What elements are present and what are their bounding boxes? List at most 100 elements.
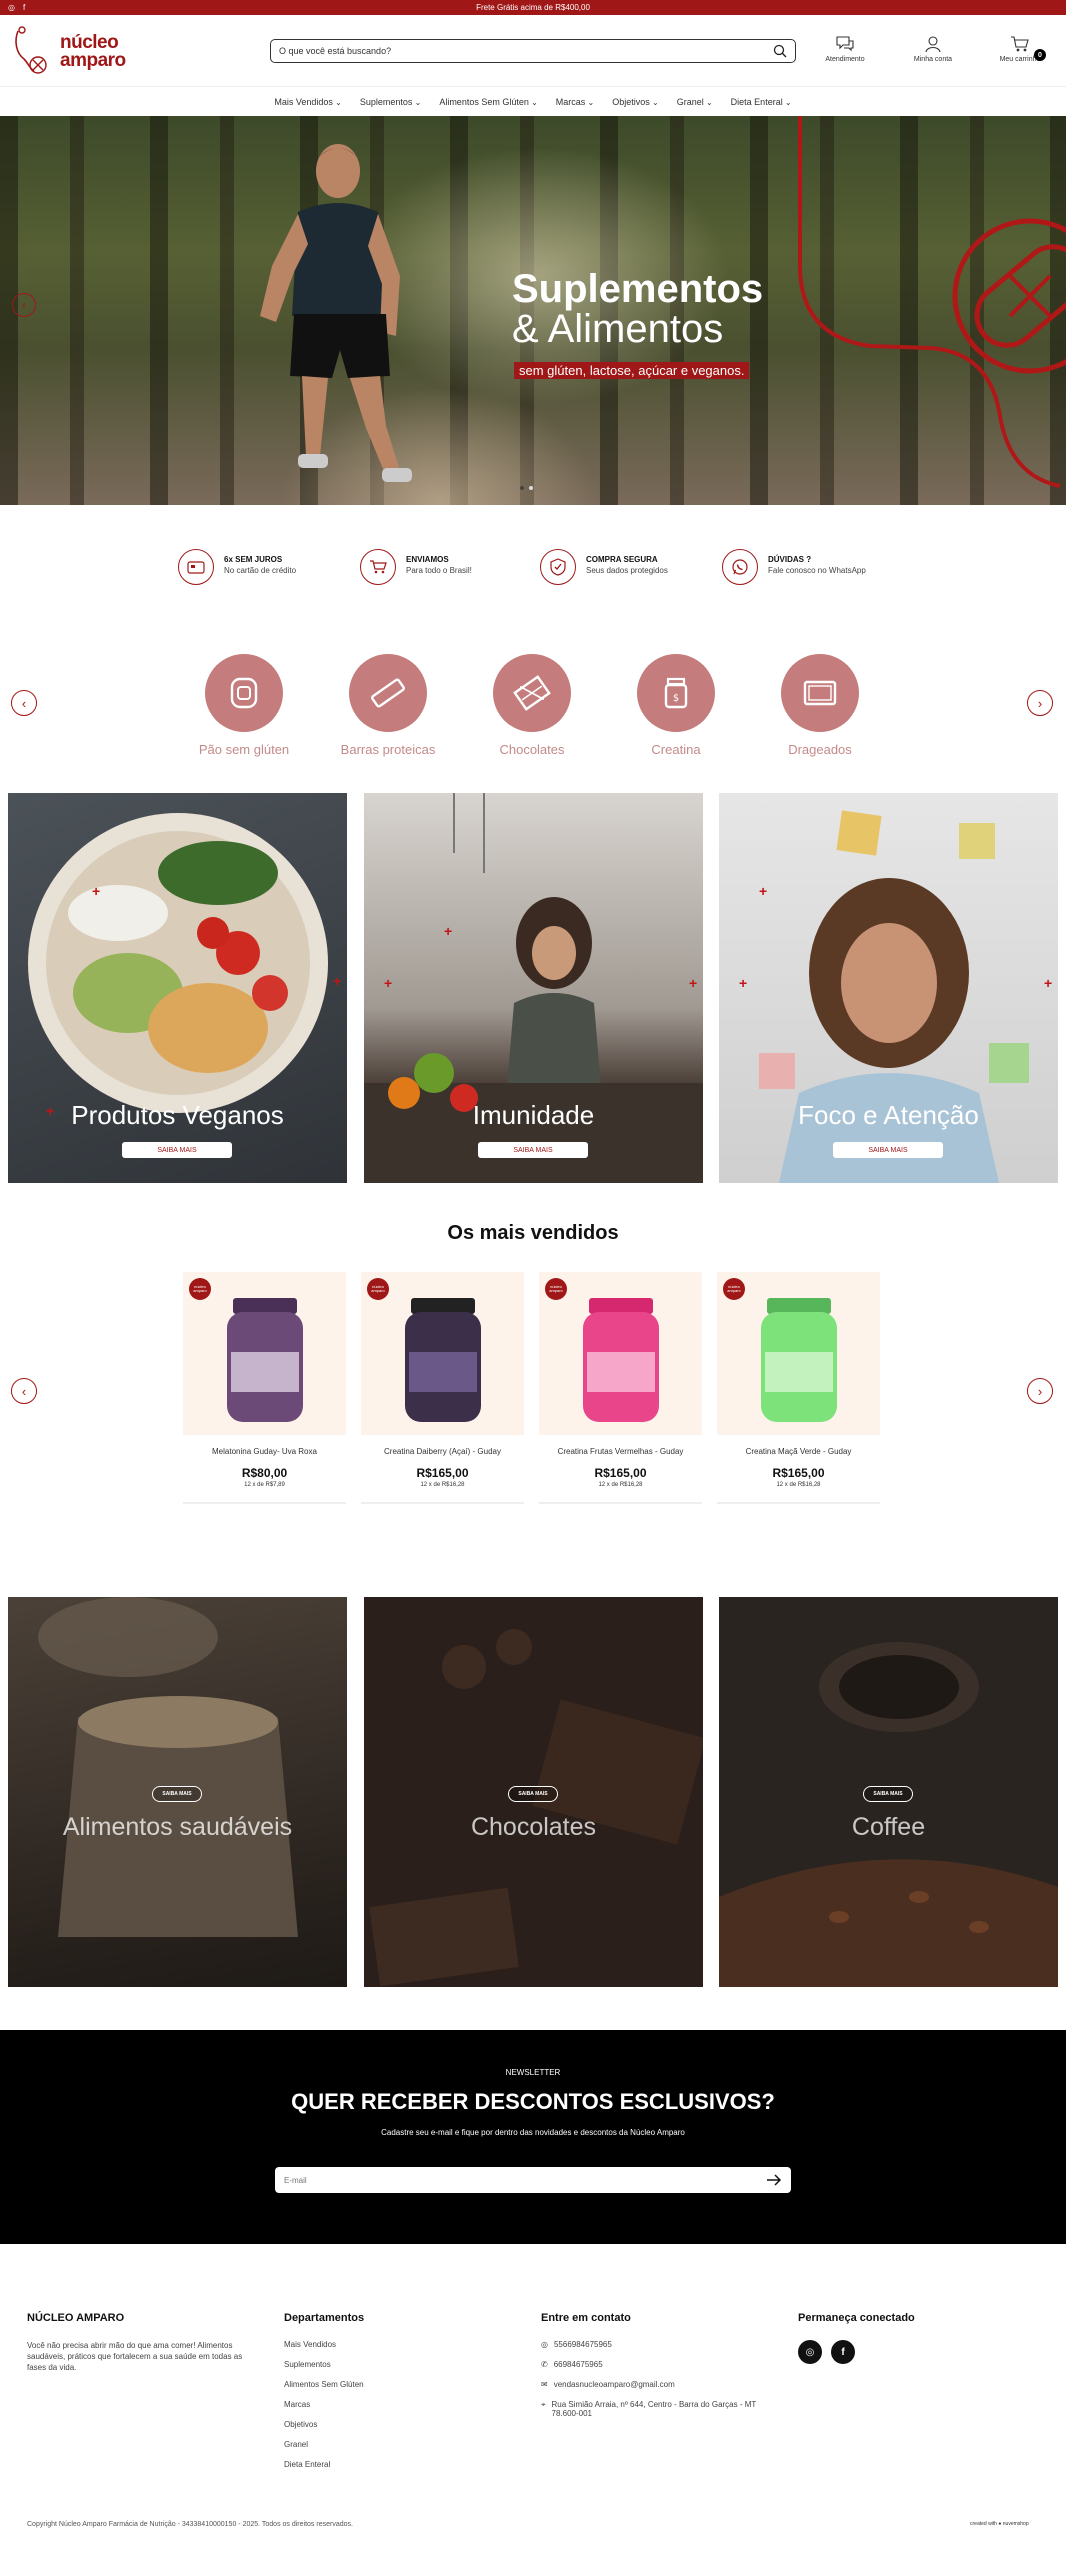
tile-saiba-mais-button[interactable]: SAIBA MAIS	[152, 1786, 202, 1802]
product-name[interactable]: Creatina Frutas Vermelhas - Guday	[539, 1447, 702, 1456]
instagram-icon[interactable]: ◎	[8, 3, 15, 12]
copyright-text: Copyright Núcleo Amparo Farmácia de Nutr…	[27, 2521, 353, 2528]
promo-saiba-mais-button[interactable]: SAIBA MAIS	[833, 1142, 943, 1158]
tile-chocolates[interactable]: SAIBA MAIS Chocolates	[364, 1597, 703, 1987]
product-card[interactable]: núcleo amparo Creatina Frutas Vermelhas …	[539, 1272, 702, 1504]
hero-dot-2[interactable]	[529, 486, 533, 490]
nav-item-dieta-enteral[interactable]: Dieta Enteral	[731, 97, 792, 107]
account-link[interactable]: Minha conta	[898, 35, 968, 63]
category-creatina[interactable]: $ Creatina	[621, 654, 731, 757]
cart-icon	[1011, 36, 1029, 52]
main-nav: Mais Vendidos Suplementos Alimentos Sem …	[0, 88, 1066, 116]
hero-title-bold: Suplementos	[512, 267, 764, 311]
site-header: núcleo amparo O que você está buscando? …	[0, 15, 1066, 87]
arrow-right-icon[interactable]	[766, 2173, 782, 2187]
service-link[interactable]: Atendimento	[810, 35, 880, 63]
category-barras-proteicas[interactable]: Barras proteicas	[333, 654, 443, 757]
footer-departments: Departamentos Mais Vendidos Suplementos …	[284, 2312, 364, 2480]
nav-item-mais-vendidos[interactable]: Mais Vendidos	[274, 97, 341, 107]
promo-card-imunidade[interactable]: + + + Imunidade SAIBA MAIS	[364, 793, 703, 1183]
promo-card-veganos[interactable]: + + + Produtos Veganos SAIBA MAIS	[8, 793, 347, 1183]
category-label: Drageados	[788, 742, 852, 757]
cart-truck-icon	[360, 549, 396, 585]
nuvemshop-credit[interactable]: created with ● nuvemshop	[970, 2521, 1029, 2527]
hero-dot-1[interactable]	[520, 486, 524, 490]
tile-title: Chocolates	[470, 1813, 597, 1841]
email-field[interactable]: E-mail	[275, 2167, 791, 2193]
promo-saiba-mais-button[interactable]: SAIBA MAIS	[122, 1142, 232, 1158]
logo-text-line2: amparo	[60, 50, 126, 71]
footer-address: ⌖ Rua Simião Arraia, nº 644, Centro - Bar…	[541, 2400, 782, 2418]
instagram-icon[interactable]: ◎	[798, 2340, 822, 2364]
footer-link[interactable]: Alimentos Sem Glúten	[284, 2380, 364, 2389]
top-announcement-bar: ◎ f Frete Grátis acima de R$400,00	[0, 0, 1066, 15]
category-drageados[interactable]: Drageados	[765, 654, 875, 757]
benefit-secure: COMPRA SEGURA Seus dados protegidos	[540, 545, 720, 589]
footer-link[interactable]: Dieta Enteral	[284, 2460, 364, 2469]
section-title: Os mais vendidos	[447, 1222, 619, 1244]
brand-badge: núcleo amparo	[189, 1278, 211, 1300]
facebook-icon[interactable]: f	[23, 3, 25, 12]
promo-title: Produtos Veganos	[71, 1100, 284, 1130]
hero-prev-arrow[interactable]: ‹	[12, 293, 36, 317]
nav-item-suplementos[interactable]: Suplementos	[360, 97, 421, 107]
hero-banner[interactable]: Suplementos & Alimentos sem glúten, lact…	[0, 116, 1066, 505]
bestsellers-next-arrow[interactable]: ›	[1027, 1378, 1053, 1404]
footer-link[interactable]: Granel	[284, 2440, 364, 2449]
card-icon	[178, 549, 214, 585]
tile-saiba-mais-button[interactable]: SAIBA MAIS	[508, 1786, 558, 1802]
footer-email[interactable]: ✉ vendasnucleoamparo@gmail.com	[541, 2380, 782, 2389]
account-label: Minha conta	[913, 56, 953, 63]
tile-saiba-mais-button[interactable]: SAIBA MAIS	[863, 1786, 913, 1802]
footer-link[interactable]: Suplementos	[284, 2360, 364, 2369]
footer-link[interactable]: Objetivos	[284, 2420, 364, 2429]
product-card[interactable]: núcleo amparo Creatina Daiberry (Açaí) -…	[361, 1272, 524, 1504]
footer-contact-title: Entre em contato	[541, 2312, 631, 2324]
email-address: vendasnucleoamparo@gmail.com	[553, 2380, 675, 2389]
service-label: Atendimento	[825, 56, 865, 63]
tile-alimentos-saudaveis[interactable]: SAIBA MAIS Alimentos saudáveis	[8, 1597, 347, 1987]
brand-badge: núcleo amparo	[545, 1278, 567, 1300]
search-placeholder: O que você está buscando?	[279, 46, 392, 56]
benefit-text: Para todo o Brasil!	[406, 566, 472, 575]
nav-item-marcas[interactable]: Marcas	[556, 97, 594, 107]
product-installments: 12 x de R$7,89	[244, 1482, 285, 1488]
search-input[interactable]: O que você está buscando?	[270, 39, 796, 63]
benefit-whatsapp[interactable]: DÚVIDAS ? Fale conosco no WhatsApp	[722, 545, 902, 589]
product-price: R$165,00	[594, 1466, 647, 1480]
nav-item-objetivos[interactable]: Objetivos	[612, 97, 658, 107]
nav-item-granel[interactable]: Granel	[677, 97, 713, 107]
product-name[interactable]: Creatina Maçã Verde - Guday	[717, 1447, 880, 1456]
phone-icon: ✆	[541, 2360, 548, 2369]
footer-phone[interactable]: ✆ 66984675965	[541, 2360, 782, 2369]
category-pao-sem-gluten[interactable]: Pão sem glúten	[189, 654, 299, 757]
promo-saiba-mais-button[interactable]: SAIBA MAIS	[478, 1142, 588, 1158]
tile-coffee[interactable]: SAIBA MAIS Coffee	[719, 1597, 1058, 1987]
search-icon[interactable]	[773, 44, 787, 58]
promo-card-foco-atencao[interactable]: + + + Foco e Atenção SAIBA MAIS	[719, 793, 1058, 1183]
facebook-icon[interactable]: f	[831, 2340, 855, 2364]
promo-title: Imunidade	[472, 1100, 595, 1130]
product-card[interactable]: núcleo amparo Creatina Maçã Verde - Guda…	[717, 1272, 880, 1504]
logo-mark-icon	[15, 26, 47, 74]
footer-whatsapp[interactable]: ◎ 5566984675965	[541, 2340, 782, 2349]
benefit-title: 6x SEM JUROS	[224, 555, 283, 564]
product-card[interactable]: núcleo amparo Melatonina Guday- Uva Roxa…	[183, 1272, 346, 1504]
product-name[interactable]: Melatonina Guday- Uva Roxa	[183, 1447, 346, 1456]
location-pin-icon: ⌖	[541, 2400, 546, 2409]
categories-next-arrow[interactable]: ›	[1027, 690, 1053, 716]
product-name[interactable]: Creatina Daiberry (Açaí) - Guday	[361, 1447, 524, 1456]
hero-runner-image	[260, 144, 412, 482]
nav-item-sem-gluten[interactable]: Alimentos Sem Glúten	[439, 97, 537, 107]
site-footer: NÚCLEO AMPARO Você não precisa abrir mão…	[0, 2244, 1066, 2560]
svg-text:$: $	[673, 693, 679, 704]
footer-link[interactable]: Marcas	[284, 2400, 364, 2409]
tile-title: Alimentos saudáveis	[62, 1813, 293, 1841]
category-chocolates[interactable]: Chocolates	[477, 654, 587, 757]
whatsapp-icon: ◎	[541, 2340, 548, 2349]
bestsellers-prev-arrow[interactable]: ‹	[11, 1378, 37, 1404]
categories-prev-arrow[interactable]: ‹	[11, 690, 37, 716]
footer-link[interactable]: Mais Vendidos	[284, 2340, 364, 2349]
benefit-text: No cartão de crédito	[224, 566, 297, 575]
logo[interactable]: núcleo amparo	[12, 25, 137, 77]
